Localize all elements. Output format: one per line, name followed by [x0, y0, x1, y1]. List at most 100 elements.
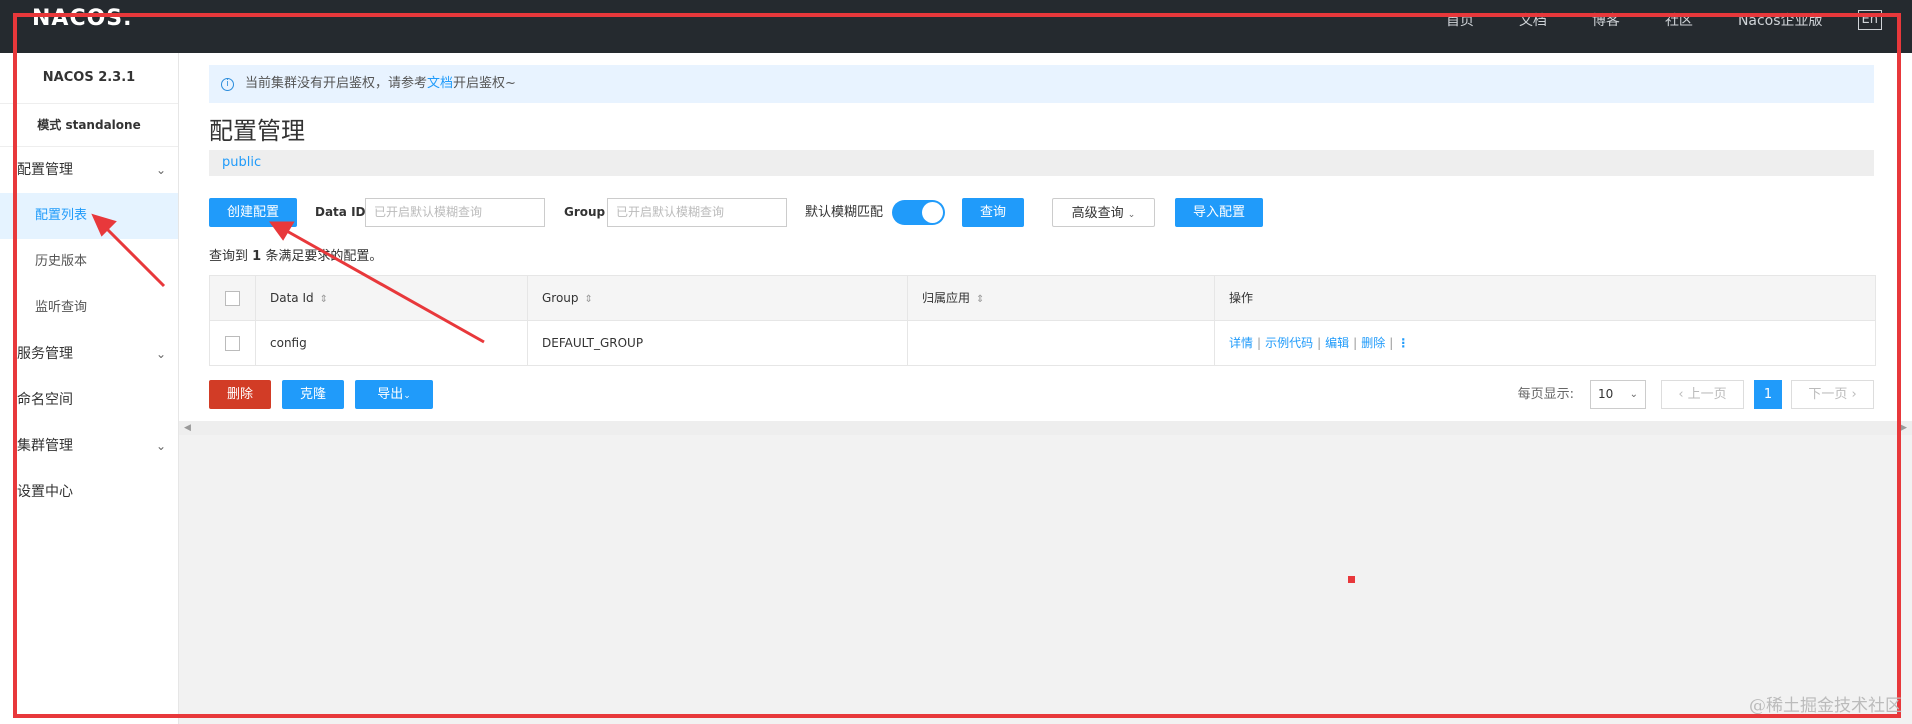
result-count: 1	[252, 249, 262, 264]
table-row: config DEFAULT_GROUP 详情 | 示例代码 | 编辑 | 删除 | ⋮	[210, 321, 1875, 365]
namespace-bar: public	[209, 150, 1874, 176]
row-checkbox[interactable]	[225, 336, 240, 351]
import-config-button[interactable]: 导入配置	[1175, 198, 1263, 227]
detail-link[interactable]: 详情	[1229, 336, 1253, 350]
fuzzy-match-toggle[interactable]	[892, 200, 945, 225]
chevron-right-icon: ›	[1851, 387, 1857, 402]
header-label: 归属应用	[922, 291, 971, 305]
notice-text-suffix: 开启鉴权~	[453, 76, 516, 91]
sidebar-group-cluster[interactable]: 集群管理 ⌄	[0, 423, 178, 469]
nav-docs[interactable]: 文档	[1519, 10, 1547, 30]
column-header-app[interactable]: 归属应用 ⇕	[908, 276, 1215, 320]
result-prefix: 查询到	[209, 249, 249, 264]
sidebar-group-service[interactable]: 服务管理 ⌄	[0, 331, 178, 377]
nav-blog[interactable]: 博客	[1592, 10, 1620, 30]
toggle-knob	[922, 202, 943, 223]
page-size-label: 每页显示:	[1517, 387, 1574, 402]
column-header-data-id[interactable]: Data Id ⇕	[256, 276, 528, 320]
sidebar-group-label: 集群管理	[17, 438, 73, 454]
select-all-checkbox[interactable]	[225, 291, 240, 306]
notice-text-prefix: 当前集群没有开启鉴权，请参考	[245, 76, 428, 91]
advanced-query-label: 高级查询	[1071, 206, 1124, 221]
sidebar-group-config[interactable]: 配置管理 ⌄	[0, 147, 178, 193]
notice-doc-link[interactable]: 文档	[427, 76, 453, 91]
query-result-text: 查询到 1 条满足要求的配置。	[209, 245, 382, 264]
cell-data-id: config	[256, 321, 528, 365]
clone-button[interactable]: 克隆	[282, 380, 344, 409]
sidebar-group-label: 服务管理	[17, 346, 73, 362]
table-header-row: Data Id ⇕ Group ⇕ 归属应用 ⇕ 操作	[210, 276, 1875, 321]
top-nav: 首页 文档 博客 社区 Nacos企业版 En	[1401, 10, 1882, 30]
sidebar-item-config-list[interactable]: 配置列表	[0, 193, 178, 239]
annotation-dot	[1348, 576, 1355, 583]
divider: |	[1389, 336, 1394, 350]
nacos-logo[interactable]: NACOS.	[32, 6, 133, 31]
sidebar-group-label: 配置管理	[17, 162, 73, 178]
batch-delete-button[interactable]: 删除	[209, 380, 271, 409]
header-label: Group	[542, 291, 579, 305]
chevron-left-icon: ‹	[1678, 387, 1684, 402]
sort-icon[interactable]: ⇕	[320, 294, 328, 305]
chevron-down-icon: ⌄	[155, 163, 166, 177]
advanced-query-button[interactable]: 高级查询 ⌄	[1052, 198, 1155, 227]
query-button[interactable]: 查询	[962, 198, 1024, 227]
sidebar-item-history[interactable]: 历史版本	[0, 239, 178, 285]
current-page-button[interactable]: 1	[1754, 380, 1782, 409]
nav-enterprise[interactable]: Nacos企业版	[1738, 10, 1823, 30]
sidebar-group-namespace[interactable]: 命名空间	[0, 377, 178, 423]
fuzzy-match-label: 默认模糊匹配	[805, 205, 884, 220]
language-toggle[interactable]: En	[1857, 10, 1882, 30]
nav-community[interactable]: 社区	[1665, 10, 1693, 30]
data-id-input[interactable]: 已开启默认模糊查询	[365, 198, 545, 227]
info-icon: i	[221, 78, 234, 91]
divider: |	[1257, 336, 1262, 350]
cell-app	[908, 321, 1215, 365]
create-config-button[interactable]: 创建配置	[209, 198, 297, 227]
mode-label: 模式 standalone	[0, 104, 178, 147]
chevron-down-icon: ⌄	[1127, 210, 1136, 220]
cell-actions: 详情 | 示例代码 | 编辑 | 删除 | ⋮	[1215, 321, 1873, 365]
page-size-value: 10	[1598, 387, 1614, 401]
sidebar-group-settings[interactable]: 设置中心	[0, 469, 178, 515]
more-options-icon[interactable]: ⋮	[1397, 336, 1409, 350]
scroll-right-icon[interactable]: ▶	[1900, 421, 1907, 435]
chevron-down-icon: ⌄	[403, 391, 411, 401]
edit-link[interactable]: 编辑	[1325, 336, 1349, 350]
sidebar-item-listener-query[interactable]: 监听查询	[0, 285, 178, 331]
row-select-cell	[210, 321, 256, 365]
next-page-button[interactable]: 下一页 ›	[1791, 380, 1874, 409]
next-page-label: 下一页	[1808, 387, 1848, 402]
sample-code-link[interactable]: 示例代码	[1265, 336, 1313, 350]
group-input[interactable]: 已开启默认模糊查询	[607, 198, 787, 227]
sort-icon[interactable]: ⇕	[976, 294, 984, 305]
header-label: 操作	[1229, 291, 1254, 305]
chevron-down-icon: ⌄	[155, 439, 166, 453]
data-id-label: Data ID	[315, 205, 366, 219]
sort-icon[interactable]: ⇕	[585, 294, 593, 305]
column-header-group[interactable]: Group ⇕	[528, 276, 908, 320]
group-label: Group	[564, 205, 606, 219]
version-label: NACOS 2.3.1	[0, 53, 178, 104]
auth-notice: i 当前集群没有开启鉴权，请参考文档开启鉴权~	[209, 65, 1874, 103]
delete-link[interactable]: 删除	[1361, 336, 1385, 350]
horizontal-scrollbar[interactable]: ◀ ▶	[179, 421, 1912, 435]
config-table: Data Id ⇕ Group ⇕ 归属应用 ⇕ 操作 config DEFAULT_…	[209, 275, 1876, 366]
divider: |	[1353, 336, 1358, 350]
top-navbar: NACOS. 首页 文档 博客 社区 Nacos企业版 En	[0, 0, 1912, 53]
page-title: 配置管理	[209, 117, 305, 145]
namespace-tab-public[interactable]: public	[222, 155, 261, 170]
scroll-left-icon[interactable]: ◀	[184, 421, 191, 435]
empty-area	[179, 435, 1912, 724]
bottom-action-bar: 删除 克隆 导出⌄ 每页显示: 10 ⌄ ‹ 上一页 1 下一页 ›	[209, 380, 1874, 410]
chevron-down-icon: ⌄	[155, 347, 166, 361]
export-button[interactable]: 导出⌄	[355, 380, 433, 409]
cell-group: DEFAULT_GROUP	[528, 321, 908, 365]
main-content: i 当前集群没有开启鉴权，请参考文档开启鉴权~ 配置管理 public 创建配置…	[179, 53, 1912, 724]
result-suffix: 条满足要求的配置。	[265, 249, 383, 264]
sidebar: NACOS 2.3.1 模式 standalone 配置管理 ⌄ 配置列表 历史…	[0, 53, 179, 724]
sidebar-group-label: 命名空间	[17, 392, 73, 408]
prev-page-button[interactable]: ‹ 上一页	[1661, 380, 1744, 409]
nav-home[interactable]: 首页	[1446, 10, 1474, 30]
divider: |	[1317, 336, 1322, 350]
page-size-select[interactable]: 10 ⌄	[1590, 380, 1646, 409]
